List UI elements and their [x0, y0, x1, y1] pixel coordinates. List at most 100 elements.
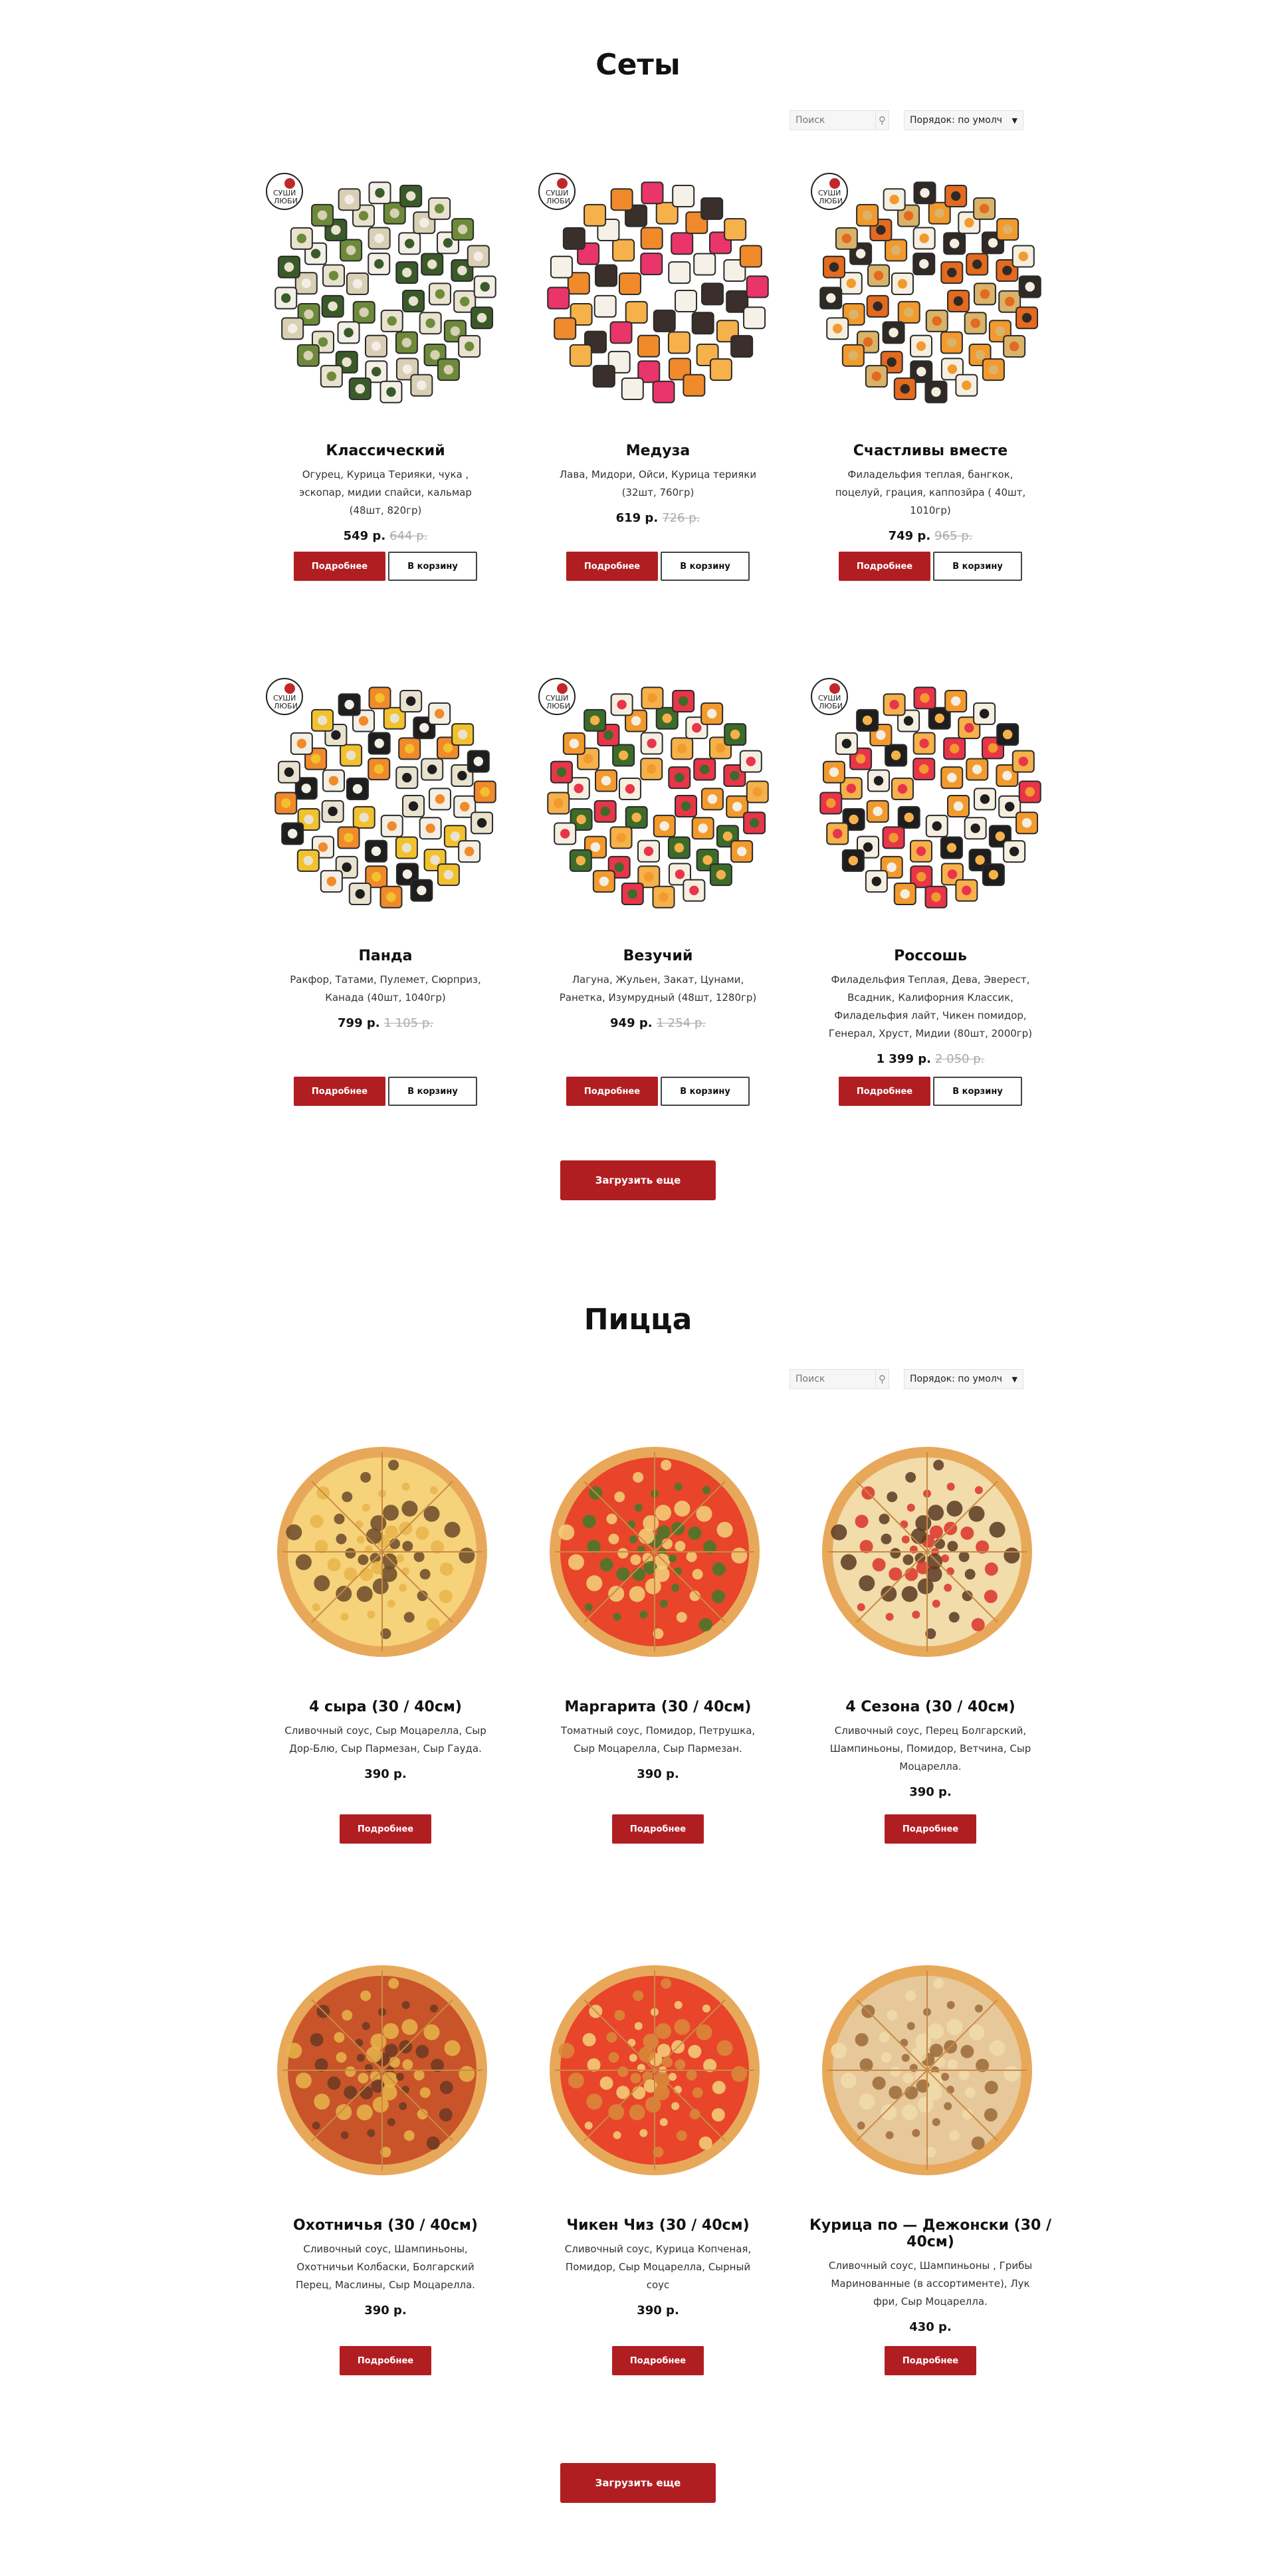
pizza-image[interactable]	[525, 1416, 791, 1681]
set-card: СУШИ ЛЮБИ Классический Огурец, Курица Те…	[253, 160, 518, 581]
set-image[interactable]: СУШИ ЛЮБИ	[525, 665, 791, 930]
set-name[interactable]: Россошь	[798, 948, 1063, 964]
details-button[interactable]: Подробнее	[839, 552, 930, 581]
pizza-description: Сливочный соус, Сыр Моцарелла, Сыр Дор-Б…	[284, 1725, 486, 1755]
pizza-title: Пицца	[584, 1303, 692, 1337]
pizza-sort-select[interactable]: Порядок: по умолч ▼	[904, 1369, 1023, 1389]
pizza-description: Томатный соус, Помидор, Петрушка, Сыр Мо…	[560, 1725, 756, 1755]
search-icon[interactable]: ⚲	[875, 111, 889, 130]
dropdown-arrow-icon: ▼	[1011, 116, 1017, 125]
pizza-search-input[interactable]	[790, 1370, 875, 1388]
set-card: СУШИ ЛЮБИ Медуза Лава, Мидори, Ойси, Кур…	[525, 160, 791, 581]
sets-load-more-button[interactable]: Загрузить еще	[560, 1160, 716, 1200]
set-image[interactable]: СУШИ ЛЮБИ	[525, 160, 791, 425]
old-price: 726 р.	[662, 511, 700, 525]
add-to-cart-button[interactable]: В корзину	[388, 1077, 477, 1106]
pizza-name[interactable]: 4 Сезона (30 / 40см)	[798, 1699, 1063, 1715]
pizza-card: 4 сыра (30 / 40см) Сливочный соус, Сыр М…	[253, 1416, 518, 1844]
svg-text:ЛЮБИ: ЛЮБИ	[274, 197, 298, 205]
pizza-actions: Подробнее	[253, 1814, 518, 1844]
sort-label: Порядок: по умолч	[910, 115, 1003, 126]
details-button[interactable]: Подробнее	[612, 2346, 704, 2375]
pizza-image[interactable]	[253, 1934, 518, 2200]
pizza-card: Охотничья (30 / 40см) Сливочный соус, Ша…	[253, 1934, 518, 2375]
details-button[interactable]: Подробнее	[885, 1814, 976, 1844]
set-image[interactable]: СУШИ ЛЮБИ	[253, 160, 518, 425]
svg-text:ЛЮБИ: ЛЮБИ	[819, 702, 843, 710]
add-to-cart-button[interactable]: В корзину	[933, 1077, 1022, 1106]
pizza-name[interactable]: Маргарита (30 / 40см)	[525, 1699, 791, 1715]
sort-label: Порядок: по умолч	[910, 1374, 1003, 1384]
set-image[interactable]: СУШИ ЛЮБИ	[798, 160, 1063, 425]
sets-toolbar: ⚲ Порядок: по умолч ▼	[790, 110, 1023, 130]
details-button[interactable]: Подробнее	[885, 2346, 976, 2375]
pizza-toolbar: ⚲ Порядок: по умолч ▼	[790, 1369, 1023, 1389]
set-description: Огурец, Курица Терияки, чука , эскопар, …	[299, 469, 472, 516]
pizza-name[interactable]: Курица по — Дежонски (30 / 40см)	[798, 2217, 1063, 2250]
set-image[interactable]: СУШИ ЛЮБИ	[253, 665, 518, 930]
brand-logo-icon: СУШИ ЛЮБИ	[538, 678, 576, 715]
pizza-load-more-button[interactable]: Загрузить еще	[560, 2463, 716, 2503]
svg-text:ЛЮБИ: ЛЮБИ	[819, 197, 843, 205]
set-actions: Подробнее В корзину	[798, 1077, 1063, 1106]
pizza-name[interactable]: Чикен Чиз (30 / 40см)	[525, 2217, 791, 2234]
add-to-cart-button[interactable]: В корзину	[661, 552, 750, 581]
set-price: 799 р. 1 105 р.	[253, 1016, 518, 1030]
details-button[interactable]: Подробнее	[340, 1814, 431, 1844]
set-description: Филадельфия теплая, бангкок, поцелуй, гр…	[835, 469, 1026, 516]
set-actions: Подробнее В корзину	[798, 552, 1063, 581]
add-to-cart-button[interactable]: В корзину	[933, 552, 1022, 581]
sets-title: Сеты	[595, 48, 681, 82]
set-price: 619 р. 726 р.	[525, 511, 791, 525]
set-image[interactable]: СУШИ ЛЮБИ	[798, 665, 1063, 930]
pizza-price: 390 р.	[637, 2304, 679, 2317]
details-button[interactable]: Подробнее	[340, 2346, 431, 2375]
pizza-image[interactable]	[798, 1416, 1063, 1681]
pizza-price: 430 р.	[909, 2320, 952, 2334]
details-button[interactable]: Подробнее	[294, 1077, 385, 1106]
add-to-cart-button[interactable]: В корзину	[661, 1077, 750, 1106]
search-icon[interactable]: ⚲	[875, 1370, 889, 1388]
details-button[interactable]: Подробнее	[612, 1814, 704, 1844]
svg-text:ЛЮБИ: ЛЮБИ	[546, 197, 570, 205]
pizza-price: 390 р.	[909, 1785, 952, 1799]
pizza-card: Маргарита (30 / 40см) Томатный соус, Пом…	[525, 1416, 791, 1844]
set-name[interactable]: Панда	[253, 948, 518, 964]
set-name[interactable]: Счастливы вместе	[798, 443, 1063, 459]
pizza-search: ⚲	[790, 1369, 889, 1389]
current-price: 549 р.	[343, 529, 386, 543]
set-actions: Подробнее В корзину	[525, 552, 791, 581]
set-description: Лава, Мидори, Ойси, Курица терияки (32шт…	[559, 469, 757, 498]
sets-sort-select[interactable]: Порядок: по умолч ▼	[904, 110, 1023, 130]
pizza-image[interactable]	[798, 1934, 1063, 2200]
details-button[interactable]: Подробнее	[294, 552, 385, 581]
set-description: Ракфор, Татами, Пулемет, Сюрприз, Канада…	[290, 974, 481, 1004]
pizza-actions: Подробнее	[525, 1814, 791, 1844]
sets-search-input[interactable]	[790, 111, 875, 130]
pizza-image[interactable]	[525, 1934, 791, 2200]
pizza-card: 4 Сезона (30 / 40см) Сливочный соус, Пер…	[798, 1416, 1063, 1844]
current-price: 1 399 р.	[876, 1052, 931, 1066]
set-name[interactable]: Медуза	[525, 443, 791, 459]
pizza-actions: Подробнее	[798, 2346, 1063, 2375]
details-button[interactable]: Подробнее	[566, 552, 658, 581]
set-description: Лагуна, Жульен, Закат, Цунами, Ранетка, …	[559, 974, 757, 1004]
details-button[interactable]: Подробнее	[839, 1077, 930, 1106]
pizza-name[interactable]: Охотничья (30 / 40см)	[253, 2217, 518, 2234]
pizza-actions: Подробнее	[253, 2346, 518, 2375]
brand-logo-icon: СУШИ ЛЮБИ	[811, 173, 848, 210]
set-price: 749 р. 965 р.	[798, 529, 1063, 543]
set-name[interactable]: Классический	[253, 443, 518, 459]
details-button[interactable]: Подробнее	[566, 1077, 658, 1106]
pizza-image[interactable]	[253, 1416, 518, 1681]
pizza-price: 390 р.	[364, 2304, 407, 2317]
old-price: 965 р.	[934, 529, 973, 543]
brand-logo-icon: СУШИ ЛЮБИ	[266, 173, 303, 210]
add-to-cart-button[interactable]: В корзину	[388, 552, 477, 581]
svg-text:ЛЮБИ: ЛЮБИ	[274, 702, 298, 710]
pizza-name[interactable]: 4 сыра (30 / 40см)	[253, 1699, 518, 1715]
brand-logo-icon: СУШИ ЛЮБИ	[811, 678, 848, 715]
current-price: 799 р.	[338, 1016, 380, 1030]
set-name[interactable]: Везучий	[525, 948, 791, 964]
pizza-description: Сливочный соус, Шампиньоны, Охотничьи Ко…	[296, 2243, 475, 2291]
